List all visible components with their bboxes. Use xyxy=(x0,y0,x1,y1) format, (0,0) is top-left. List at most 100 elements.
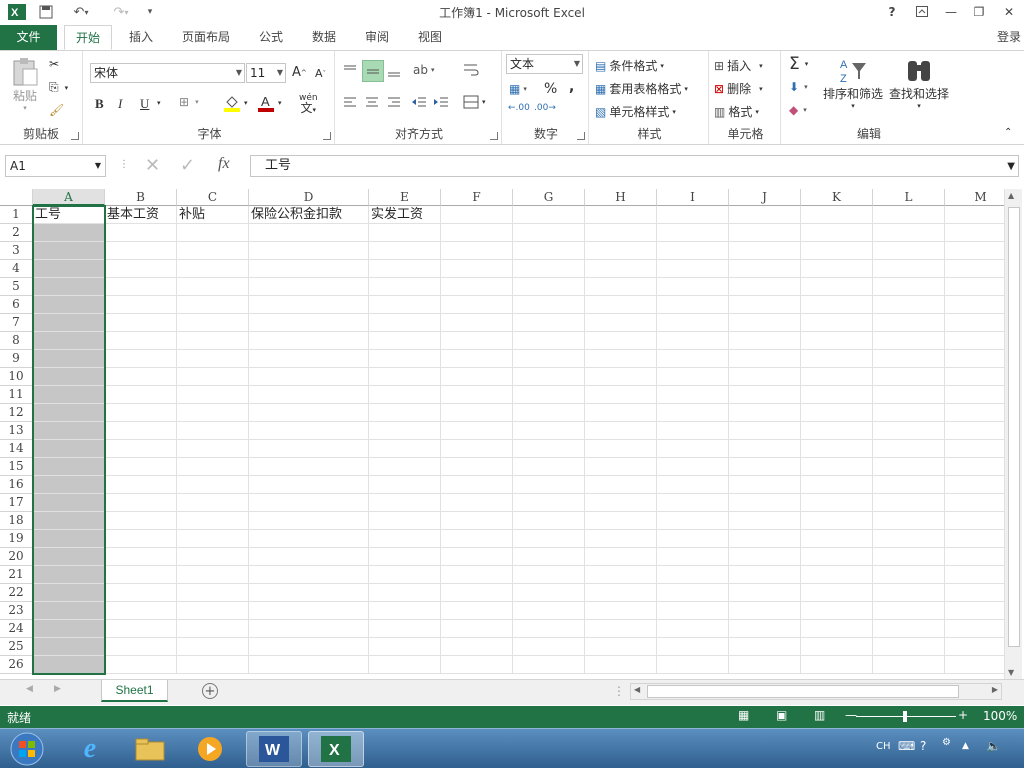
cell-d21[interactable] xyxy=(249,566,369,584)
cell-styles-button[interactable]: ▧ 单元格样式 ▾ xyxy=(595,103,676,120)
cell-f2[interactable] xyxy=(441,224,513,242)
cell-m7[interactable] xyxy=(945,314,1004,332)
column-header-m[interactable]: M xyxy=(945,189,1004,206)
cell-f1[interactable] xyxy=(441,206,513,224)
cell-g19[interactable] xyxy=(513,530,585,548)
cell-a5[interactable] xyxy=(33,278,105,296)
cell-e5[interactable] xyxy=(369,278,441,296)
cell-d18[interactable] xyxy=(249,512,369,530)
cell-i10[interactable] xyxy=(657,368,729,386)
row-header-19[interactable]: 19 xyxy=(0,530,33,548)
cell-g2[interactable] xyxy=(513,224,585,242)
cell-k3[interactable] xyxy=(801,242,873,260)
row-header-1[interactable]: 1 xyxy=(0,206,33,224)
cell-m10[interactable] xyxy=(945,368,1004,386)
cell-k10[interactable] xyxy=(801,368,873,386)
cell-c25[interactable] xyxy=(177,638,249,656)
cell-k9[interactable] xyxy=(801,350,873,368)
cell-d7[interactable] xyxy=(249,314,369,332)
cell-a15[interactable] xyxy=(33,458,105,476)
accounting-format-icon[interactable]: ▦ ▾ xyxy=(509,82,527,96)
row-header-14[interactable]: 14 xyxy=(0,440,33,458)
cell-e20[interactable] xyxy=(369,548,441,566)
cell-j17[interactable] xyxy=(729,494,801,512)
cell-h5[interactable] xyxy=(585,278,657,296)
cell-h6[interactable] xyxy=(585,296,657,314)
cell-g7[interactable] xyxy=(513,314,585,332)
cell-c12[interactable] xyxy=(177,404,249,422)
cell-j15[interactable] xyxy=(729,458,801,476)
cell-m17[interactable] xyxy=(945,494,1004,512)
cell-c6[interactable] xyxy=(177,296,249,314)
cell-b18[interactable] xyxy=(105,512,177,530)
cell-e16[interactable] xyxy=(369,476,441,494)
cell-m19[interactable] xyxy=(945,530,1004,548)
number-format-combo[interactable]: 文本 ▼ xyxy=(506,54,583,74)
sheet-tab[interactable]: Sheet1 xyxy=(101,680,168,702)
cell-k6[interactable] xyxy=(801,296,873,314)
word-taskbar-icon[interactable]: W xyxy=(246,731,302,767)
cell-l23[interactable] xyxy=(873,602,945,620)
cell-g1[interactable] xyxy=(513,206,585,224)
column-header-e[interactable]: E xyxy=(369,189,441,206)
cell-c15[interactable] xyxy=(177,458,249,476)
clear-icon[interactable]: ◆ ▾ xyxy=(789,103,807,117)
cell-j23[interactable] xyxy=(729,602,801,620)
cell-k23[interactable] xyxy=(801,602,873,620)
cell-g20[interactable] xyxy=(513,548,585,566)
cell-c11[interactable] xyxy=(177,386,249,404)
cell-k26[interactable] xyxy=(801,656,873,674)
cell-e6[interactable] xyxy=(369,296,441,314)
column-header-k[interactable]: K xyxy=(801,189,873,206)
cell-h3[interactable] xyxy=(585,242,657,260)
cell-b15[interactable] xyxy=(105,458,177,476)
cell-d25[interactable] xyxy=(249,638,369,656)
cell-e22[interactable] xyxy=(369,584,441,602)
column-header-h[interactable]: H xyxy=(585,189,657,206)
cell-e9[interactable] xyxy=(369,350,441,368)
cell-h14[interactable] xyxy=(585,440,657,458)
decrease-indent-icon[interactable] xyxy=(411,96,427,108)
cell-i3[interactable] xyxy=(657,242,729,260)
cell-e18[interactable] xyxy=(369,512,441,530)
cell-i1[interactable] xyxy=(657,206,729,224)
cell-e11[interactable] xyxy=(369,386,441,404)
cell-f17[interactable] xyxy=(441,494,513,512)
signin-link[interactable]: 登录 xyxy=(994,25,1024,50)
cell-h26[interactable] xyxy=(585,656,657,674)
cell-a13[interactable] xyxy=(33,422,105,440)
cell-b1[interactable]: 基本工资 xyxy=(105,206,177,224)
font-color-icon[interactable]: A ▾ xyxy=(257,93,282,113)
cell-m6[interactable] xyxy=(945,296,1004,314)
row-header-8[interactable]: 8 xyxy=(0,332,33,350)
cell-j2[interactable] xyxy=(729,224,801,242)
tab-formulas[interactable]: 公式 xyxy=(252,25,290,50)
cell-m26[interactable] xyxy=(945,656,1004,674)
cell-a3[interactable] xyxy=(33,242,105,260)
increase-decimal-icon[interactable]: ←.00 xyxy=(508,103,530,113)
cell-j20[interactable] xyxy=(729,548,801,566)
cell-e25[interactable] xyxy=(369,638,441,656)
cell-c5[interactable] xyxy=(177,278,249,296)
cell-b14[interactable] xyxy=(105,440,177,458)
row-header-17[interactable]: 17 xyxy=(0,494,33,512)
clipboard-launcher-icon[interactable] xyxy=(71,132,79,140)
cell-i19[interactable] xyxy=(657,530,729,548)
cell-h2[interactable] xyxy=(585,224,657,242)
cell-m8[interactable] xyxy=(945,332,1004,350)
cell-l1[interactable] xyxy=(873,206,945,224)
cell-f12[interactable] xyxy=(441,404,513,422)
cell-g8[interactable] xyxy=(513,332,585,350)
cell-f13[interactable] xyxy=(441,422,513,440)
row-header-5[interactable]: 5 xyxy=(0,278,33,296)
normal-view-icon[interactable]: ▦ xyxy=(738,708,749,722)
cell-j5[interactable] xyxy=(729,278,801,296)
cell-d17[interactable] xyxy=(249,494,369,512)
minimize-button[interactable]: — xyxy=(938,2,964,22)
cell-l4[interactable] xyxy=(873,260,945,278)
shrink-font-icon[interactable]: Aˇ xyxy=(315,67,326,80)
cell-f4[interactable] xyxy=(441,260,513,278)
cell-l13[interactable] xyxy=(873,422,945,440)
keyboard-icon[interactable]: ⌨ xyxy=(898,739,915,753)
cell-i11[interactable] xyxy=(657,386,729,404)
